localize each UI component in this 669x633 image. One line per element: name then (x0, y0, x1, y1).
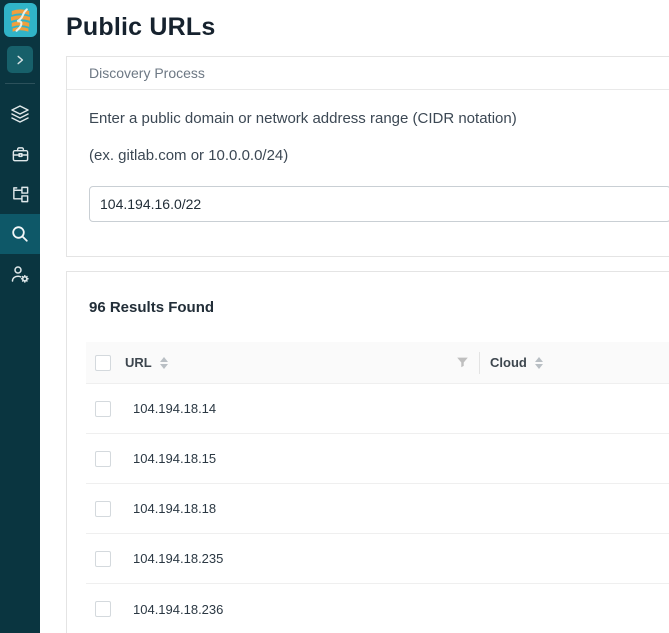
table-header-row: URL Cloud (86, 342, 669, 384)
cloud-sort-icon[interactable] (535, 357, 543, 369)
url-filter-icon[interactable] (456, 356, 469, 369)
table-row[interactable]: 104.194.18.15 (86, 434, 669, 484)
sidebar-divider (5, 83, 35, 84)
app-logo[interactable] (4, 3, 37, 37)
url-sort-icon[interactable] (160, 357, 168, 369)
column-header-cloud[interactable]: Cloud (490, 355, 543, 370)
row-checkbox[interactable] (95, 601, 111, 617)
table-row[interactable]: 104.194.18.18 (86, 484, 669, 534)
results-table: URL Cloud (86, 342, 669, 633)
row-checkbox[interactable] (95, 401, 111, 417)
row-checkbox[interactable] (95, 501, 111, 517)
sidebar (0, 0, 40, 633)
discovery-card-header: Discovery Process (67, 57, 669, 90)
sidebar-item-search[interactable] (0, 214, 40, 254)
cidr-label-line1: Enter a public domain or network address… (89, 111, 669, 127)
discovery-card-title: Discovery Process (89, 65, 205, 81)
row-checkbox[interactable] (95, 551, 111, 567)
column-header-url[interactable]: URL (111, 355, 479, 370)
table-row[interactable]: 104.194.18.14 (86, 384, 669, 434)
results-card: 96 Results Found URL (66, 271, 669, 633)
url-cell[interactable]: 104.194.18.236 (133, 602, 223, 617)
url-cell[interactable]: 104.194.18.18 (133, 501, 216, 516)
layers-icon (10, 104, 30, 124)
sidebar-item-layers[interactable] (0, 94, 40, 134)
url-cell[interactable]: 104.194.18.235 (133, 551, 223, 566)
sidebar-item-services[interactable] (0, 134, 40, 174)
cidr-label-line2: (ex. gitlab.com or 10.0.0.0/24) (89, 148, 669, 164)
url-column-label: URL (125, 355, 152, 370)
page-title: Public URLs (66, 11, 669, 44)
column-separator (479, 352, 480, 374)
user-gear-icon (10, 264, 30, 284)
chevron-right-icon (14, 54, 26, 66)
sidebar-item-user-settings[interactable] (0, 254, 40, 294)
sitemap-icon (11, 185, 30, 204)
cloud-column-label: Cloud (490, 355, 527, 370)
results-card-body: 96 Results Found URL (67, 272, 669, 633)
cidr-input[interactable] (89, 186, 669, 222)
url-cell[interactable]: 104.194.18.14 (133, 401, 216, 416)
sidebar-item-hierarchy[interactable] (0, 174, 40, 214)
main-content: Public URLs Discovery Process Enter a pu… (40, 11, 669, 633)
discovery-card: Discovery Process Enter a public domain … (66, 56, 669, 257)
discovery-card-body: Enter a public domain or network address… (67, 90, 669, 256)
table-row[interactable]: 104.194.18.236 (86, 584, 669, 633)
runzero-logo-icon (7, 7, 34, 34)
row-checkbox[interactable] (95, 451, 111, 467)
table-row[interactable]: 104.194.18.235 (86, 534, 669, 584)
briefcase-icon (11, 145, 30, 164)
results-count: 96 Results Found (89, 299, 669, 316)
select-all-checkbox[interactable] (95, 355, 111, 371)
sidebar-expand-button[interactable] (7, 46, 33, 73)
search-icon (10, 224, 30, 244)
url-cell[interactable]: 104.194.18.15 (133, 451, 216, 466)
